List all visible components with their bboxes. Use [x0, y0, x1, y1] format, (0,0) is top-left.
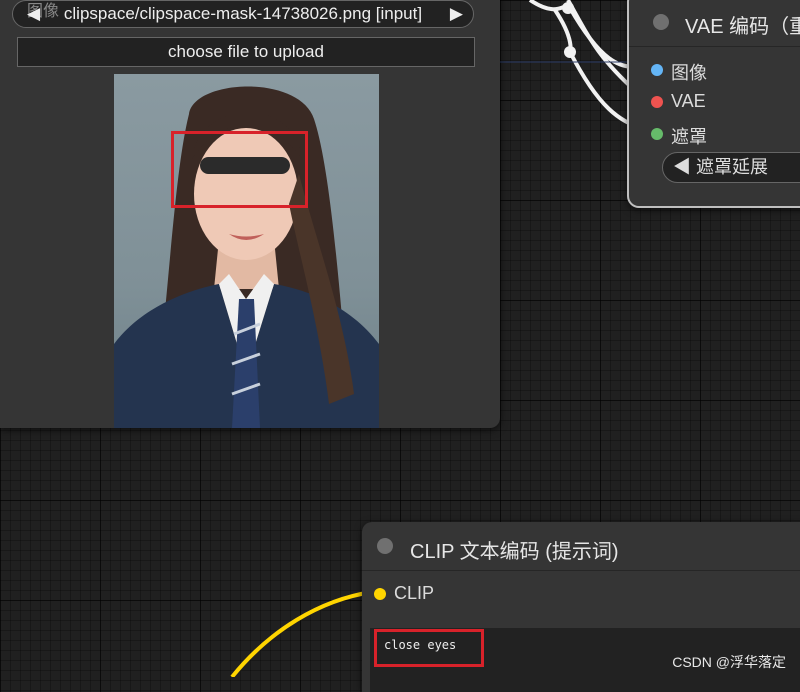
collapse-dot-icon[interactable]	[377, 538, 393, 554]
clip-node-title-bar[interactable]: CLIP 文本编码 (提示词)	[362, 522, 800, 571]
collapse-dot-icon[interactable]	[653, 14, 669, 30]
upload-button[interactable]: choose file to upload	[17, 37, 475, 67]
slot-dot-icon[interactable]	[651, 128, 663, 140]
slot-label: 遮罩	[671, 127, 707, 147]
mask-grow-widget[interactable]: ◀ 遮罩延展	[662, 152, 800, 183]
input-slot-clip[interactable]: CLIP	[374, 583, 435, 604]
image-combo-value: clipspace/clipspace-mask-14738026.png [i…	[63, 4, 423, 23]
next-arrow-icon[interactable]: ▶	[450, 4, 463, 24]
image-preview	[114, 74, 379, 428]
vae-node-title: VAE 编码（重	[685, 16, 800, 38]
mask-highlight-box	[171, 131, 308, 208]
input-slot-vae[interactable]: VAE	[651, 91, 706, 112]
portrait-illustration	[114, 86, 379, 428]
vae-encode-node[interactable]: VAE 编码（重 图像 VAE 遮罩 ◀ 遮罩延展	[627, 0, 800, 208]
slot-dot-icon[interactable]	[374, 588, 386, 600]
slot-dot-icon[interactable]	[651, 96, 663, 108]
load-image-node[interactable]: 图像 ◀ clipspace/clipspace-mask-14738026.p…	[0, 0, 500, 428]
prompt-text[interactable]: close eyes	[374, 629, 484, 667]
slot-label: 图像	[671, 63, 707, 83]
input-slot-mask[interactable]: 遮罩	[651, 123, 707, 149]
vae-node-title-bar[interactable]: VAE 编码（重	[629, 0, 800, 47]
input-slot-image[interactable]: 图像	[651, 59, 707, 85]
watermark: CSDN @浮华落定	[672, 654, 786, 670]
slot-label: VAE	[671, 91, 706, 111]
image-file-combo[interactable]: 图像 ◀ clipspace/clipspace-mask-14738026.p…	[12, 0, 474, 28]
clip-node-title: CLIP 文本编码 (提示词)	[410, 541, 619, 563]
widget-label: 遮罩延展	[696, 157, 769, 177]
slot-label: CLIP	[394, 583, 435, 603]
node-canvas[interactable]: 图像 ◀ clipspace/clipspace-mask-14738026.p…	[0, 0, 800, 692]
left-arrow-icon[interactable]: ◀	[673, 157, 691, 177]
slot-dot-icon[interactable]	[651, 64, 663, 76]
